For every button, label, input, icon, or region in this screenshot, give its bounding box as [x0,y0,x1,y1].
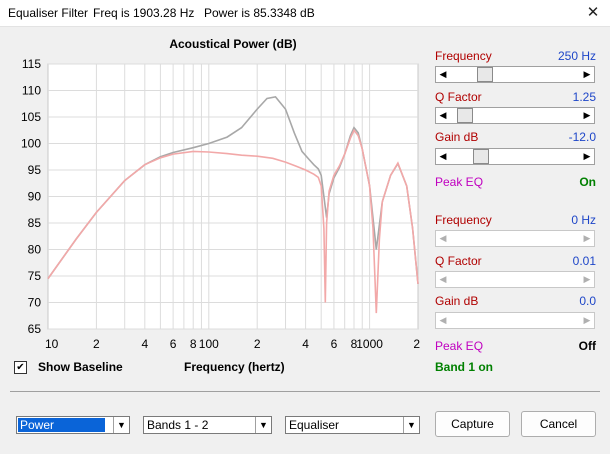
band2-gain-value: 0.0 [579,294,596,308]
type-select-value: Equaliser [289,418,340,432]
band2-frequency-slider[interactable]: ◀ ▶ [435,230,595,247]
arrow-left-icon[interactable]: ◀ [436,108,450,123]
arrow-left-icon[interactable]: ◀ [436,231,450,246]
bands-select[interactable]: Bands 1 - 2 ▼ [143,416,272,434]
band1-q-label: Q Factor [435,90,482,104]
y-tick-label: 70 [28,296,42,310]
chevron-down-icon[interactable]: ▼ [113,417,129,433]
band1-state[interactable]: On [579,175,596,189]
capture-button[interactable]: Capture [435,411,510,437]
y-tick-label: 90 [28,190,42,204]
arrow-right-icon[interactable]: ▶ [580,272,594,287]
x-axis-label: Frequency (hertz) [184,360,285,374]
y-tick-label: 110 [22,84,41,98]
band1-type-label[interactable]: Peak EQ [435,175,483,189]
arrow-right-icon[interactable]: ▶ [580,149,594,164]
arrow-right-icon[interactable]: ▶ [580,67,594,82]
cancel-button[interactable]: Cancel [521,411,596,437]
bands-select-value: Bands 1 - 2 [147,418,209,432]
band1-frequency-label: Frequency [435,49,492,63]
arrow-left-icon[interactable]: ◀ [436,149,450,164]
band1-gain-slider[interactable]: ◀ ▶ [435,148,595,165]
band-status: Band 1 on [435,360,494,374]
mode-select-value: Power [18,418,105,432]
x-tick-label: 6 [170,337,177,351]
show-baseline-checkbox[interactable]: ✔ [14,361,27,374]
band2-state[interactable]: Off [579,339,596,353]
y-tick-label: 65 [28,322,42,336]
y-tick-label: 80 [28,243,42,257]
x-tick-label: 2 [413,337,420,351]
y-tick-label: 115 [22,57,41,71]
band1-q-thumb[interactable] [456,108,473,123]
y-tick-label: 85 [28,216,42,230]
band2-gain-slider[interactable]: ◀ ▶ [435,312,595,329]
y-tick-label: 75 [28,269,42,283]
band2-frequency-label: Frequency [435,213,492,227]
band2-gain-label: Gain dB [435,294,479,308]
show-baseline-label[interactable]: Show Baseline [38,360,123,374]
mode-select[interactable]: Power ▼ [16,416,130,434]
x-tick-label: 2 [93,337,100,351]
band1-q-value: 1.25 [572,90,596,104]
type-select[interactable]: Equaliser ▼ [285,416,420,434]
band2-type-label[interactable]: Peak EQ [435,339,483,353]
y-tick-label: 95 [28,163,42,177]
y-tick-label: 100 [21,137,41,151]
band1-frequency-value: 250 Hz [557,49,596,63]
band1-gain-label: Gain dB [435,130,479,144]
arrow-right-icon[interactable]: ▶ [580,313,594,328]
arrow-left-icon[interactable]: ◀ [436,313,450,328]
band1-gain-value: -12.0 [568,130,596,144]
arrow-right-icon[interactable]: ▶ [580,231,594,246]
chevron-down-icon[interactable]: ▼ [403,417,419,433]
x-tick-label: 4 [141,337,148,351]
arrow-left-icon[interactable]: ◀ [436,67,450,82]
x-tick-label: 100 [199,337,219,351]
chevron-down-icon[interactable]: ▼ [255,417,271,433]
band1-frequency-slider[interactable]: ◀ ▶ [435,66,595,83]
band2-q-value: 0.01 [572,254,596,268]
band2-frequency-value: 0 Hz [571,213,596,227]
x-tick-label: 1000 [356,337,383,351]
x-tick-label: 2 [254,337,261,351]
y-tick-label: 105 [21,110,41,124]
divider [10,391,600,392]
arrow-right-icon[interactable]: ▶ [580,108,594,123]
band1-gain-thumb[interactable] [472,149,489,164]
band1-q-slider[interactable]: ◀ ▶ [435,107,595,124]
band2-q-label: Q Factor [435,254,482,268]
arrow-left-icon[interactable]: ◀ [436,272,450,287]
band1-frequency-thumb[interactable] [477,67,494,82]
x-tick-label: 10 [45,337,59,351]
x-tick-label: 8 [190,337,197,351]
band2-q-slider[interactable]: ◀ ▶ [435,271,595,288]
x-tick-label: 6 [331,337,338,351]
x-tick-label: 4 [302,337,309,351]
